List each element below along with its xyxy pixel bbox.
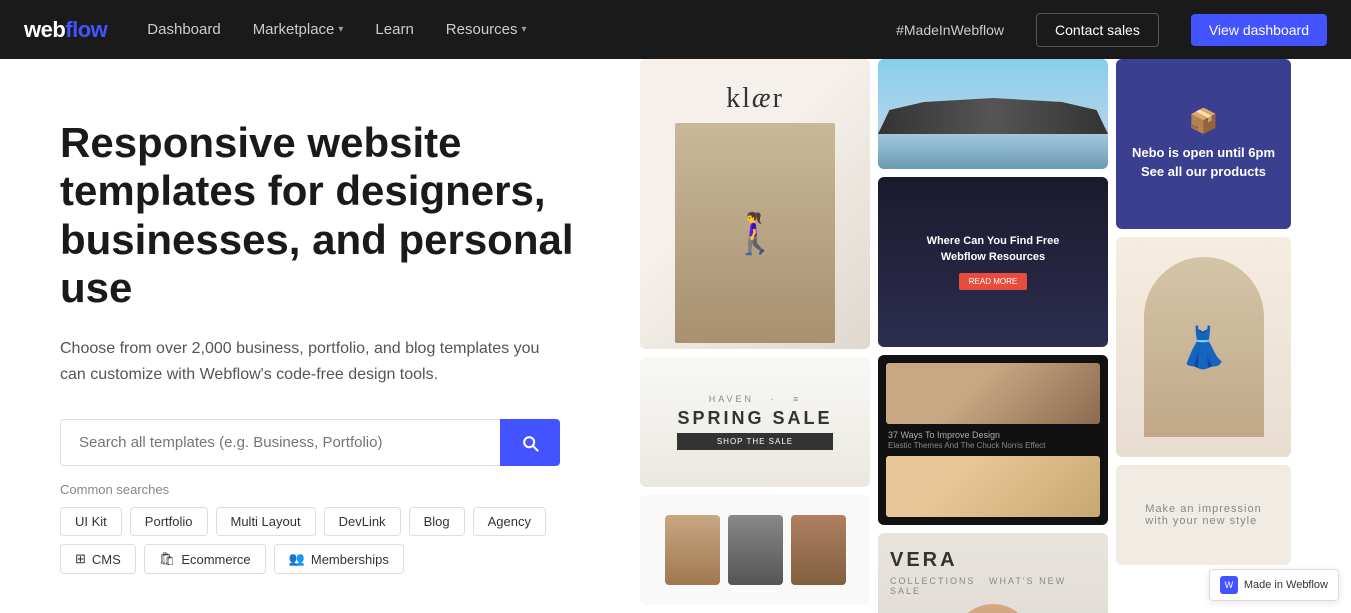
hero-title: Responsive website templates for designe… <box>60 119 580 312</box>
made-in-webflow-link[interactable]: #MadeInWebflow <box>896 22 1004 38</box>
nebo-text: Nebo is open until 6pmSee all our produc… <box>1132 144 1275 180</box>
template-col-2: Where Can You Find FreeWebflow Resources… <box>878 59 1108 613</box>
tag-agency[interactable]: Agency <box>473 507 546 536</box>
nav-resources[interactable]: Resources ▾ <box>446 21 527 38</box>
tag-multi-layout[interactable]: Multi Layout <box>216 507 316 536</box>
hero-panel: Responsive website templates for designe… <box>0 59 640 613</box>
design-bottom <box>886 456 1100 517</box>
nebo-icon: 📦 <box>1189 107 1219 136</box>
chair-1 <box>665 515 720 585</box>
nav-dashboard[interactable]: Dashboard <box>147 21 220 38</box>
modern-label: Make an impressionwith your new style <box>1145 503 1261 527</box>
template-resources[interactable]: Where Can You Find FreeWebflow Resources… <box>878 177 1108 347</box>
tags-row-1: UI Kit Portfolio Multi Layout DevLink Bl… <box>60 507 580 536</box>
template-klaer[interactable]: klær 🚶‍♀️ <box>640 59 870 349</box>
tag-devlink[interactable]: DevLink <box>324 507 401 536</box>
chair-2 <box>728 515 783 585</box>
spring-nav: HAVEN · ≡ <box>677 394 832 404</box>
contact-sales-button[interactable]: Contact sales <box>1036 13 1159 47</box>
webflow-badge-icon: W <box>1220 576 1238 594</box>
view-dashboard-button[interactable]: View dashboard <box>1191 14 1327 46</box>
design-label: 37 Ways To Improve DesignElastic Themes … <box>886 430 1100 450</box>
hero-subtitle: Choose from over 2,000 business, portfol… <box>60 336 540 387</box>
klaer-title: klær <box>726 83 784 115</box>
made-in-webflow-badge[interactable]: W Made in Webflow <box>1209 569 1339 601</box>
shopping-cart-icon: 🛍 <box>159 551 176 567</box>
search-button[interactable] <box>500 419 560 466</box>
cms-icon: ⊞ <box>75 551 86 567</box>
template-arrivals[interactable] <box>640 495 870 605</box>
search-icon <box>520 433 540 453</box>
chevron-down-icon: ▾ <box>522 24 527 35</box>
bridge-shape <box>878 94 1108 134</box>
vera-subtitle: COLLECTIONS WHAT'S NEW SALE <box>890 576 1096 596</box>
spring-btn: SHOP THE SALE <box>677 433 832 450</box>
template-fashion[interactable]: 👗 <box>1116 237 1291 457</box>
tag-ui-kit[interactable]: UI Kit <box>60 507 122 536</box>
chair-3 <box>791 515 846 585</box>
template-modern[interactable]: Make an impressionwith your new style <box>1116 465 1291 565</box>
vera-title: VERA <box>890 549 1096 572</box>
nav-learn[interactable]: Learn <box>375 21 413 38</box>
tag-cms[interactable]: ⊞ CMS <box>60 544 136 574</box>
klaer-figure: 🚶‍♀️ <box>675 123 835 343</box>
page-wrapper: Responsive website templates for designe… <box>0 59 1351 613</box>
made-badge-label: Made in Webflow <box>1244 579 1328 591</box>
vera-figure <box>953 604 1033 613</box>
tag-blog[interactable]: Blog <box>409 507 465 536</box>
nav-marketplace[interactable]: Marketplace ▾ <box>253 21 344 38</box>
template-col-3: 📦 Nebo is open until 6pmSee all our prod… <box>1116 59 1291 613</box>
spring-title: SPRING SALE <box>677 408 832 429</box>
template-bridge[interactable] <box>878 59 1108 169</box>
chevron-down-icon: ▾ <box>338 24 343 35</box>
template-col-1: klær 🚶‍♀️ HAVEN · ≡ SPRING SALE SHOP THE… <box>640 59 870 613</box>
tag-portfolio[interactable]: Portfolio <box>130 507 208 536</box>
design-top <box>886 363 1100 424</box>
common-searches-label: Common searches <box>60 482 580 497</box>
resources-btn: READ MORE <box>959 273 1027 290</box>
search-row <box>60 419 560 466</box>
template-spring[interactable]: HAVEN · ≡ SPRING SALE SHOP THE SALE <box>640 357 870 487</box>
template-design[interactable]: 37 Ways To Improve DesignElastic Themes … <box>878 355 1108 525</box>
people-icon: 👥 <box>289 551 305 567</box>
search-input[interactable] <box>60 419 500 466</box>
resources-title: Where Can You Find FreeWebflow Resources <box>927 234 1060 265</box>
template-vera[interactable]: VERA COLLECTIONS WHAT'S NEW SALE <box>878 533 1108 613</box>
navbar: webflow Dashboard Marketplace ▾ Learn Re… <box>0 0 1351 59</box>
fashion-figure: 👗 <box>1144 257 1264 437</box>
template-nebo[interactable]: 📦 Nebo is open until 6pmSee all our prod… <box>1116 59 1291 229</box>
tag-memberships[interactable]: 👥 Memberships <box>274 544 404 574</box>
tags-row-2: ⊞ CMS 🛍 Ecommerce 👥 Memberships <box>60 544 580 574</box>
templates-grid: klær 🚶‍♀️ HAVEN · ≡ SPRING SALE SHOP THE… <box>640 59 1351 613</box>
tag-ecommerce[interactable]: 🛍 Ecommerce <box>144 544 266 574</box>
logo[interactable]: webflow <box>24 17 107 43</box>
